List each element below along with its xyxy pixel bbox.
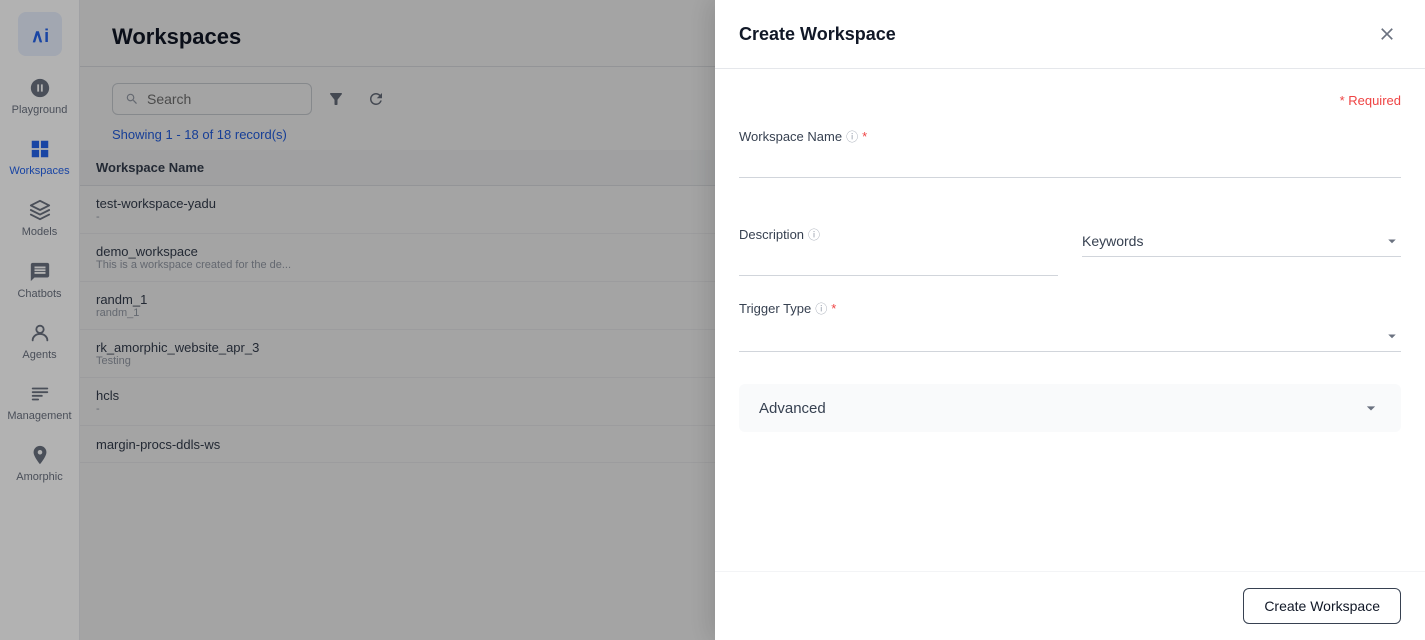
description-info-icon: ⓘ: [808, 226, 820, 243]
modal-body: * Required Workspace Name ⓘ * Descriptio…: [715, 69, 1425, 571]
trigger-type-group: Trigger Type ⓘ *: [739, 300, 1401, 352]
description-input[interactable]: [739, 247, 1058, 276]
desc-keywords-row: Description ⓘ Keywords: [739, 226, 1401, 276]
modal-title: Create Workspace: [739, 24, 896, 45]
advanced-label: Advanced: [759, 400, 826, 417]
modal-header: Create Workspace: [715, 0, 1425, 69]
workspace-name-label: Workspace Name ⓘ *: [739, 128, 1401, 145]
trigger-info-icon: ⓘ: [815, 300, 827, 317]
modal-overlay: Create Workspace * Required Workspace Na…: [0, 0, 1425, 640]
create-workspace-modal: Create Workspace * Required Workspace Na…: [715, 0, 1425, 640]
trigger-chevron-icon: [1383, 327, 1401, 345]
keywords-group: Keywords: [1082, 226, 1401, 276]
trigger-type-label: Trigger Type ⓘ *: [739, 300, 1401, 317]
description-group: Description ⓘ: [739, 226, 1058, 276]
trigger-type-select[interactable]: [739, 321, 1401, 352]
advanced-chevron-icon: [1361, 398, 1381, 418]
workspace-name-info-icon: ⓘ: [846, 128, 858, 145]
keywords-chevron-icon: [1383, 232, 1401, 250]
required-note: * Required: [739, 93, 1401, 108]
create-workspace-button[interactable]: Create Workspace: [1243, 588, 1401, 624]
advanced-section[interactable]: Advanced: [739, 384, 1401, 432]
keywords-select[interactable]: Keywords: [1082, 226, 1401, 257]
workspace-name-group: Workspace Name ⓘ *: [739, 128, 1401, 202]
description-label: Description ⓘ: [739, 226, 1058, 243]
workspace-name-input[interactable]: [739, 149, 1401, 178]
close-icon: [1377, 24, 1397, 44]
modal-close-button[interactable]: [1373, 20, 1401, 48]
modal-footer: Create Workspace: [715, 571, 1425, 640]
